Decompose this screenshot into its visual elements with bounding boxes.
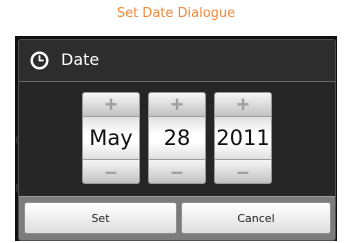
cancel-button[interactable]: Cancel — [181, 202, 331, 234]
plus-icon: + — [236, 91, 250, 117]
minus-icon: – — [104, 158, 118, 184]
page-caption: Set Date Dialogue — [116, 6, 236, 21]
year-value[interactable]: 2011 — [214, 117, 272, 159]
month-picker: + May – — [82, 92, 140, 184]
minus-icon: – — [170, 158, 184, 184]
month-increment-button[interactable]: + — [82, 92, 140, 117]
dialog-button-bar: Set Cancel — [19, 196, 335, 240]
dialog-titlebar: Date — [19, 40, 335, 82]
dialog-title: Date — [61, 50, 100, 69]
day-picker: + 28 – — [148, 92, 206, 184]
year-decrement-button[interactable]: – — [214, 159, 272, 184]
month-value[interactable]: May — [82, 117, 140, 159]
day-value[interactable]: 28 — [148, 117, 206, 159]
day-decrement-button[interactable]: – — [148, 159, 206, 184]
minus-icon: – — [236, 158, 250, 184]
set-button[interactable]: Set — [24, 202, 177, 234]
phone-screen: atio ormat rmat Date + May – — [15, 36, 337, 241]
plus-icon: + — [170, 91, 184, 117]
day-increment-button[interactable]: + — [148, 92, 206, 117]
year-increment-button[interactable]: + — [214, 92, 272, 117]
date-dialog: Date + May – + 28 – + 2011 – Set Cancel — [18, 39, 336, 241]
year-picker: + 2011 – — [214, 92, 272, 184]
plus-icon: + — [104, 91, 118, 117]
clock-icon — [29, 50, 50, 71]
month-decrement-button[interactable]: – — [82, 159, 140, 184]
